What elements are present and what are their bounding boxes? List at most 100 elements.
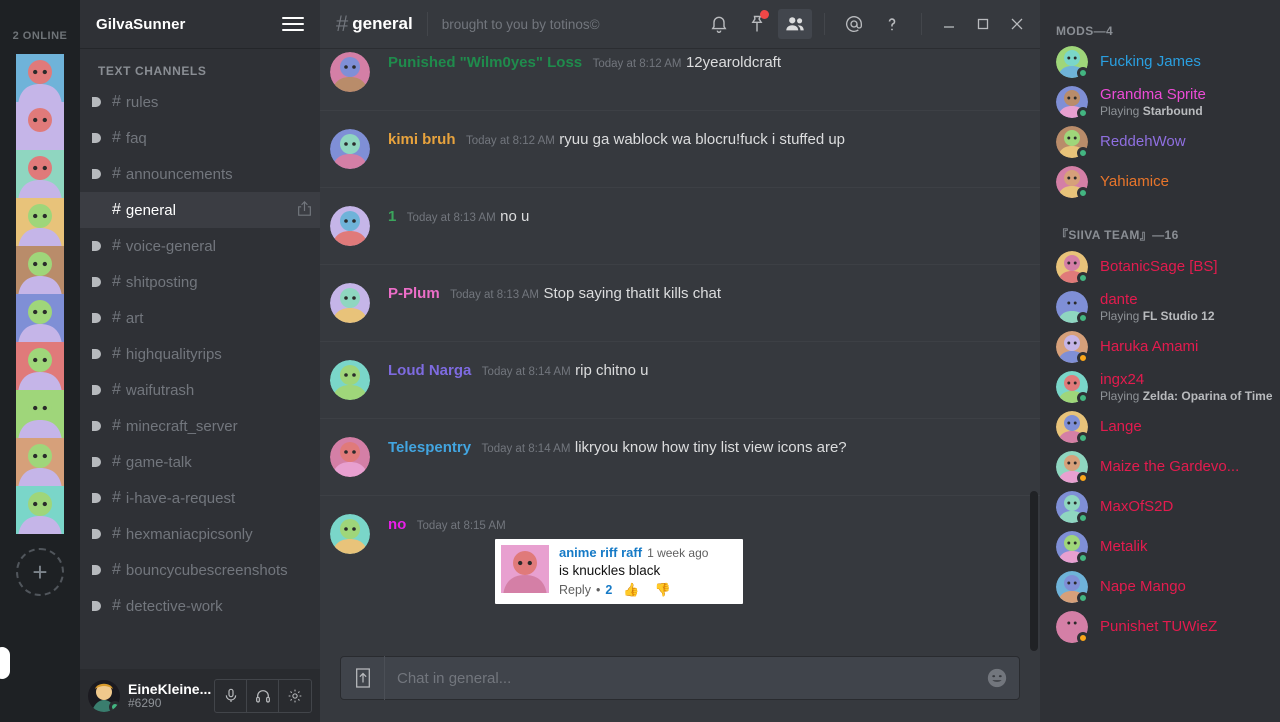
member-list-item[interactable]: Grandma Sprite Playing Starbound (1040, 82, 1280, 122)
hash-icon: # (112, 381, 121, 398)
emoji-picker-icon[interactable] (975, 667, 1019, 689)
member-list-item[interactable]: ingx24 Playing Zelda: Oparina of Time (1040, 367, 1280, 407)
member-list-item[interactable]: MaxOfS2D (1040, 487, 1280, 527)
sidebar-item-waifutrash[interactable]: # waifutrash (80, 372, 320, 408)
guild-icon[interactable] (16, 54, 64, 102)
guild-icon[interactable] (16, 246, 64, 294)
message-author[interactable]: kimi bruh (388, 131, 456, 148)
sidebar-item-hexmaniacpicsonly[interactable]: # hexmaniacpicsonly (80, 516, 320, 552)
sidebar-item-i-have-a-request[interactable]: # i-have-a-request (80, 480, 320, 516)
avatar[interactable] (88, 679, 120, 712)
sidebar-item-shitposting[interactable]: # shitposting (80, 264, 320, 300)
member-list-item[interactable]: dante Playing FL Studio 12 (1040, 287, 1280, 327)
avatar[interactable] (330, 514, 370, 554)
reply-count[interactable]: 2 (605, 583, 612, 597)
chat-input-box[interactable] (340, 656, 1020, 700)
member-activity: Playing Zelda: Oparina of Time (1100, 388, 1272, 403)
member-list-toggle-icon[interactable] (778, 9, 812, 39)
guild-icon[interactable] (16, 294, 64, 342)
headphones-icon[interactable] (247, 679, 279, 712)
sidebar-item-detective-work[interactable]: # detective-work (80, 588, 320, 624)
member-info: ingx24 Playing Zelda: Oparina of Time (1100, 371, 1272, 403)
guild-icon[interactable] (16, 102, 64, 150)
message-body: kimi bruh Today at 8:12 AM ryuu ga wablo… (388, 129, 1030, 169)
avatar[interactable] (330, 129, 370, 169)
avatar[interactable] (330, 52, 370, 92)
sidebar-item-general[interactable]: # general (80, 192, 320, 228)
status-indicator-online (1077, 392, 1089, 404)
message-author[interactable]: Loud Narga (388, 362, 471, 379)
mentions-icon[interactable] (837, 9, 871, 39)
sidebar-item-rules[interactable]: # rules (80, 84, 320, 120)
avatar[interactable] (330, 206, 370, 246)
close-button[interactable] (1002, 9, 1032, 39)
comment-text: is knuckles black (559, 563, 661, 578)
member-list-item[interactable]: Metalik (1040, 527, 1280, 567)
pinned-messages-icon[interactable] (740, 9, 774, 39)
thumbs-up-icon[interactable]: 👍 (623, 582, 643, 598)
status-indicator-online (1077, 552, 1089, 564)
avatar[interactable] (330, 437, 370, 477)
channel-caret-icon (92, 349, 102, 359)
sidebar-item-bouncycubescreenshots[interactable]: # bouncycubescreenshots (80, 552, 320, 588)
help-icon[interactable] (875, 9, 909, 39)
guild-icon[interactable] (16, 390, 64, 438)
maximize-button[interactable] (968, 9, 998, 39)
upload-file-icon[interactable] (341, 656, 385, 700)
topbar-actions (702, 9, 1032, 39)
reply-button[interactable]: Reply (559, 583, 591, 597)
message-author[interactable]: P-Plum (388, 285, 440, 302)
message-author[interactable]: no (388, 516, 406, 533)
member-list-item[interactable]: Maize the Gardevo... (1040, 447, 1280, 487)
message-text: likryou know how tiny list view icons ar… (574, 439, 847, 456)
avatar[interactable] (330, 283, 370, 323)
minimize-button[interactable] (934, 9, 964, 39)
create-invite-icon[interactable] (297, 200, 312, 221)
channel-label: general (125, 201, 176, 219)
sidebar-item-voice-general[interactable]: # voice-general (80, 228, 320, 264)
member-list-item[interactable]: Yahiamice (1040, 162, 1280, 202)
guild-icon[interactable] (16, 438, 64, 486)
message-timestamp: Today at 8:14 AM (481, 443, 571, 455)
member-list-item[interactable]: Fucking James (1040, 42, 1280, 82)
message-timestamp: Today at 8:12 AM (465, 135, 555, 147)
thumbs-down-icon[interactable]: 👎 (655, 582, 675, 598)
sidebar-item-highqualityrips[interactable]: # highqualityrips (80, 336, 320, 372)
sidebar-item-game-talk[interactable]: # game-talk (80, 444, 320, 480)
channel-label: voice-general (125, 237, 216, 255)
comment-actions: Reply • 2 👍 👎 (559, 582, 708, 598)
guild-icon[interactable] (16, 150, 64, 198)
member-list-item[interactable]: ReddehWow (1040, 122, 1280, 162)
guild-icon[interactable] (16, 486, 64, 534)
member-list-item[interactable]: Haruka Amami (1040, 327, 1280, 367)
member-list-item[interactable]: BotanicSage [BS] (1040, 247, 1280, 287)
hamburger-menu-icon[interactable] (282, 17, 304, 31)
message-author[interactable]: Telespentry (388, 439, 471, 456)
user-panel: EineKleine... #6290 (80, 669, 320, 722)
guild-icon[interactable] (16, 198, 64, 246)
member-list-item[interactable]: Punishet TUWieZ (1040, 607, 1280, 647)
sidebar-item-faq[interactable]: # faq (80, 120, 320, 156)
message-scrollbar-thumb[interactable] (1030, 491, 1038, 651)
notifications-icon[interactable] (702, 9, 736, 39)
member-list-item[interactable]: Nape Mango (1040, 567, 1280, 607)
gear-icon[interactable] (279, 680, 311, 712)
message-author[interactable]: 1 (388, 208, 396, 225)
chat-input[interactable] (385, 669, 975, 687)
guild-icon[interactable] (16, 342, 64, 390)
comment-author[interactable]: anime riff raff (559, 545, 642, 560)
member-list-item[interactable]: Lange (1040, 407, 1280, 447)
member-name: Metalik (1100, 538, 1148, 555)
message-body: Punished "Wilm0yes" Loss Today at 8:12 A… (388, 52, 1030, 92)
avatar[interactable] (330, 360, 370, 400)
add-server-button[interactable]: + (16, 548, 64, 596)
hash-icon: # (112, 93, 121, 110)
sidebar-item-art[interactable]: # art (80, 300, 320, 336)
microphone-icon[interactable] (215, 679, 247, 712)
sidebar-item-minecraft_server[interactable]: # minecraft_server (80, 408, 320, 444)
embedded-image-youtube-comment[interactable]: anime riff raff 1 week ago is knuckles bl… (495, 539, 743, 604)
message-author[interactable]: Punished "Wilm0yes" Loss (388, 54, 582, 71)
member-activity: Playing Starbound (1100, 103, 1203, 118)
guild-header[interactable]: GilvaSunner (80, 0, 320, 48)
sidebar-item-announcements[interactable]: # announcements (80, 156, 320, 192)
